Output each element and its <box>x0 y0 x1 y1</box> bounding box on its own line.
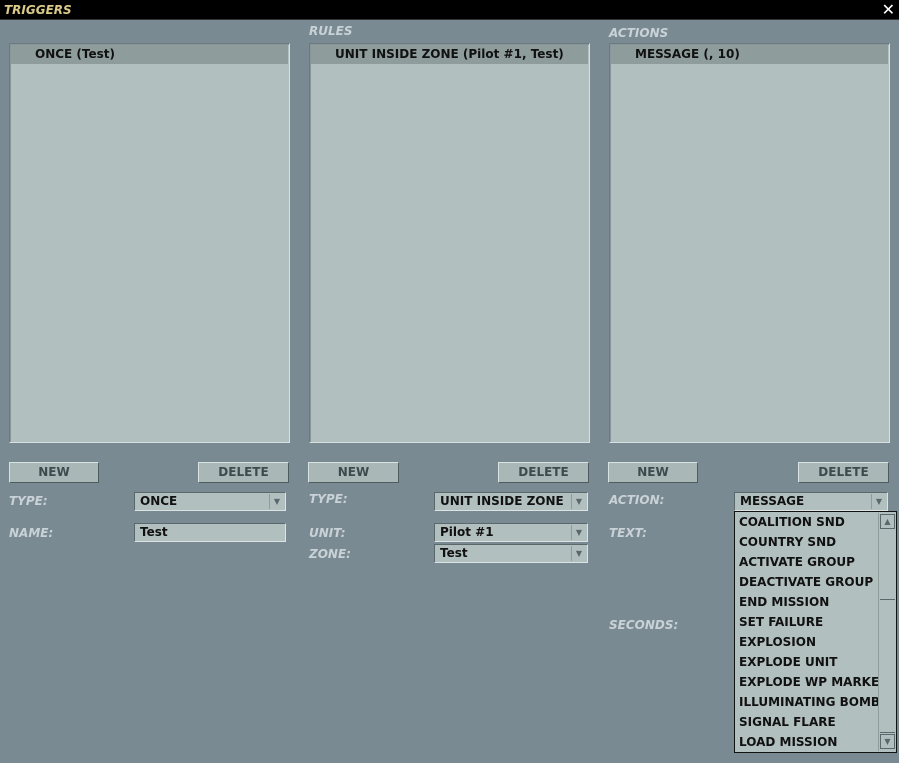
actions-heading: ACTIONS <box>609 26 669 40</box>
rules-list[interactable]: UNIT INSIDE ZONE (Pilot #1, Test) <box>309 43 590 443</box>
scrollbar-thumb[interactable] <box>880 599 895 733</box>
scroll-down-icon[interactable]: ▼ <box>880 734 895 749</box>
trigger-type-value: ONCE <box>140 494 178 508</box>
trigger-delete-button[interactable]: DELETE <box>198 462 289 483</box>
rule-type-label: TYPE: <box>309 492 348 506</box>
dropdown-option[interactable]: COUNTRY SND <box>739 532 836 552</box>
rule-zone-label: ZONE: <box>309 547 351 561</box>
action-type-dropdown[interactable]: COALITION SND COUNTRY SND ACTIVATE GROUP… <box>734 511 897 753</box>
dropdown-option[interactable]: DEACTIVATE GROUP <box>739 572 873 592</box>
dropdown-scrollbar[interactable]: ▲ ▼ <box>878 513 895 751</box>
close-icon[interactable]: ✕ <box>882 1 895 19</box>
action-type-value: MESSAGE <box>740 494 805 508</box>
rule-zone-value: Test <box>440 546 468 560</box>
dropdown-option[interactable]: EXPLODE UNIT <box>739 652 837 672</box>
rule-type-value: UNIT INSIDE ZONE <box>440 494 564 508</box>
dropdown-option[interactable]: SIGNAL FLARE <box>739 712 836 732</box>
rule-type-select[interactable]: UNIT INSIDE ZONE ▼ <box>434 492 588 511</box>
action-list-item[interactable]: MESSAGE (, 10) <box>611 45 888 64</box>
dropdown-option[interactable]: EXPLODE WP MARKER <box>739 672 888 692</box>
triggers-list[interactable]: ONCE (Test) <box>9 43 290 443</box>
chevron-down-icon[interactable]: ▼ <box>871 494 886 509</box>
actions-list[interactable]: MESSAGE (, 10) <box>609 43 890 443</box>
chevron-down-icon[interactable]: ▼ <box>571 546 586 561</box>
rule-unit-value: Pilot #1 <box>440 525 494 539</box>
trigger-type-label: TYPE: <box>9 494 48 508</box>
window-title: TRIGGERS <box>4 3 72 17</box>
action-type-select[interactable]: MESSAGE ▼ <box>734 492 888 511</box>
rule-unit-select[interactable]: Pilot #1 ▼ <box>434 523 588 542</box>
chevron-down-icon[interactable]: ▼ <box>269 494 284 509</box>
rule-unit-label: UNIT: <box>309 526 346 540</box>
scroll-up-icon[interactable]: ▲ <box>880 514 895 529</box>
trigger-name-input[interactable]: Test <box>134 523 286 542</box>
dropdown-option[interactable]: SET FAILURE <box>739 612 823 632</box>
rule-new-button[interactable]: NEW <box>308 462 399 483</box>
dropdown-option[interactable]: ACTIVATE GROUP <box>739 552 855 572</box>
dropdown-option[interactable]: EXPLOSION <box>739 632 816 652</box>
rule-delete-button[interactable]: DELETE <box>498 462 589 483</box>
trigger-type-select[interactable]: ONCE ▼ <box>134 492 286 511</box>
chevron-down-icon[interactable]: ▼ <box>571 494 586 509</box>
chevron-down-icon[interactable]: ▼ <box>571 525 586 540</box>
trigger-new-button[interactable]: NEW <box>9 462 99 483</box>
action-seconds-label: SECONDS: <box>609 618 679 632</box>
dropdown-option[interactable]: COALITION SND <box>739 512 845 532</box>
trigger-name-label: NAME: <box>9 526 54 540</box>
action-delete-button[interactable]: DELETE <box>798 462 889 483</box>
dropdown-option[interactable]: ILLUMINATING BOMB <box>739 692 880 712</box>
rules-heading: RULES <box>309 24 353 38</box>
action-text-label: TEXT: <box>609 526 647 540</box>
action-new-button[interactable]: NEW <box>608 462 698 483</box>
rule-list-item[interactable]: UNIT INSIDE ZONE (Pilot #1, Test) <box>311 45 588 64</box>
rule-zone-select[interactable]: Test ▼ <box>434 544 588 563</box>
action-type-label: ACTION: <box>609 493 665 507</box>
window-titlebar: TRIGGERS ✕ <box>0 0 899 20</box>
dropdown-option[interactable]: END MISSION <box>739 592 829 612</box>
trigger-list-item[interactable]: ONCE (Test) <box>11 45 288 64</box>
dropdown-option[interactable]: LOAD MISSION <box>739 732 837 752</box>
